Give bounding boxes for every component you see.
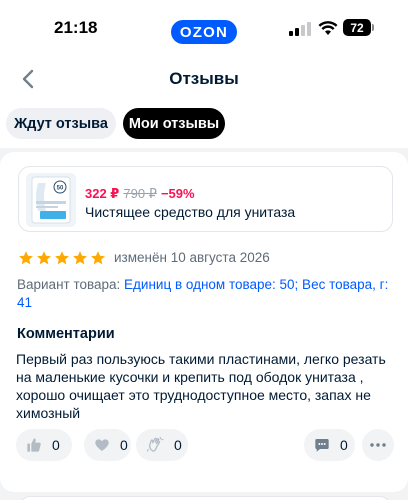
tab-my-reviews[interactable]: Мои отзывы — [123, 108, 225, 139]
price-row: 322 ₽790 ₽ −59% — [85, 186, 195, 202]
review-tabs: Ждут отзыва Мои отзывы — [0, 102, 408, 148]
star-icon — [19, 251, 33, 265]
heart-icon — [95, 439, 109, 451]
more-button[interactable] — [362, 429, 394, 461]
product-card[interactable]: 50 322 ₽790 ₽ −59% Чистящее средство для … — [18, 166, 393, 232]
ozon-logo-text: OZON — [179, 23, 229, 41]
product-thumb-badge: 50 — [57, 186, 64, 192]
rating-stars — [18, 250, 106, 266]
like-count: 0 — [52, 437, 60, 453]
star-icon — [73, 251, 87, 265]
status-time: 21:18 — [54, 18, 98, 37]
wifi-icon — [318, 21, 338, 35]
page-header: Отзывы — [0, 58, 408, 102]
review-changed-date: изменён 10 августа 2026 — [114, 250, 270, 265]
product-package-icon: 50 — [26, 173, 76, 227]
battery-indicator: 72 — [343, 19, 371, 36]
signal-icon — [289, 22, 311, 36]
clap-icon — [146, 436, 164, 452]
more-dots-icon — [370, 443, 386, 447]
review-comment: Первый раз пользуюсь такими пластинами, … — [16, 351, 386, 421]
product-image: 50 — [26, 173, 76, 227]
thumbs-up-icon — [27, 438, 41, 452]
comment-icon — [315, 439, 329, 452]
star-icon — [55, 251, 69, 265]
star-icon — [37, 251, 51, 265]
variant-label: Вариант товара: — [17, 277, 125, 292]
product-name: Чистящее средство для унитаза — [85, 204, 296, 220]
clap-button[interactable]: 0 — [136, 429, 188, 461]
comments-button[interactable]: 0 — [304, 429, 355, 461]
clap-count: 0 — [174, 437, 182, 453]
heart-button[interactable]: 0 — [84, 429, 131, 461]
page-title: Отзывы — [169, 69, 239, 88]
review-card: 50 322 ₽790 ₽ −59% Чистящее средство для … — [0, 152, 408, 492]
product-price: 322 ₽ — [85, 186, 120, 201]
next-review-card — [20, 496, 390, 500]
status-bar: 21:18 OZON 72 — [0, 0, 408, 58]
star-icon — [91, 251, 105, 265]
battery-tip — [372, 24, 374, 31]
ozon-logo: OZON — [171, 20, 237, 44]
comments-title: Комментарии — [17, 326, 115, 342]
product-discount: −59% — [160, 186, 195, 201]
like-button[interactable]: 0 — [16, 429, 72, 461]
comment-count: 0 — [340, 437, 348, 453]
product-variant: Вариант товара: Единиц в одном товаре: 5… — [17, 276, 397, 312]
heart-count: 0 — [120, 437, 128, 453]
battery-level: 72 — [350, 20, 364, 35]
tab-awaiting-review[interactable]: Ждут отзыва — [6, 108, 116, 139]
product-old-price: 790 ₽ — [123, 186, 157, 201]
